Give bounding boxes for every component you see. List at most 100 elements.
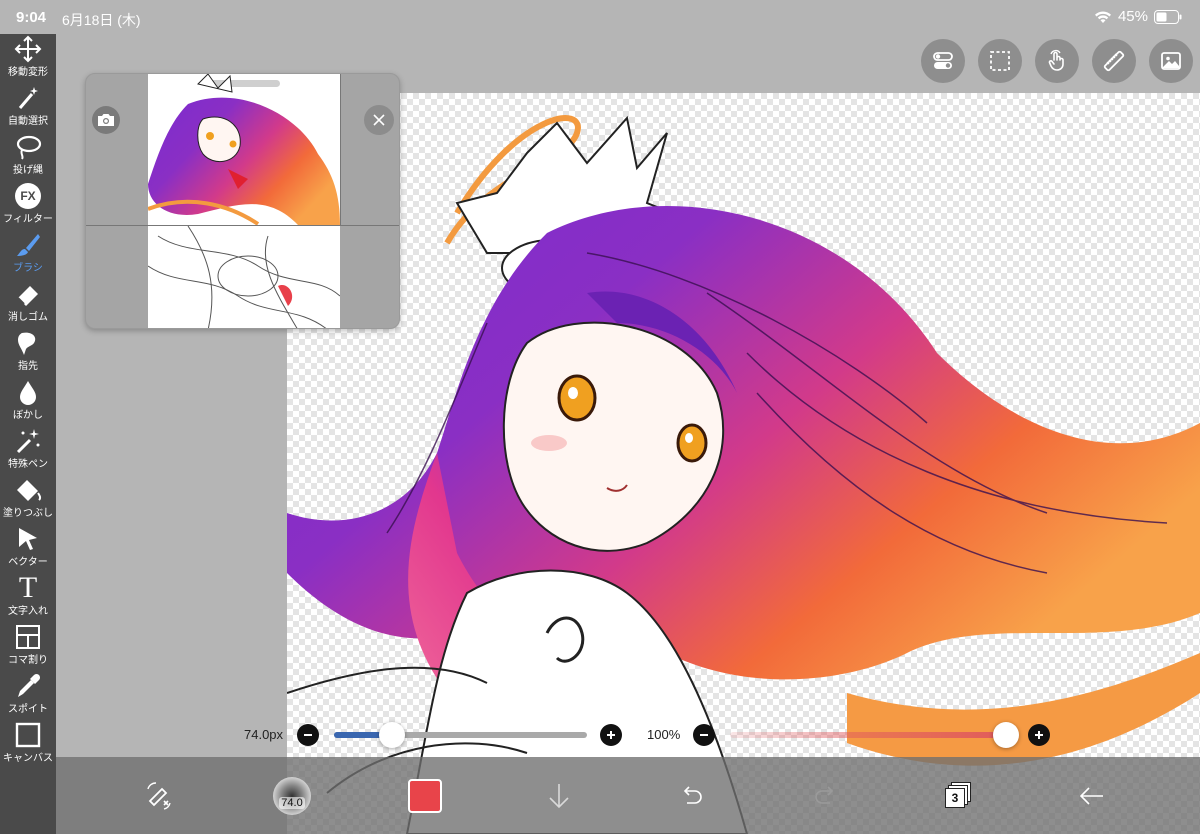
tool-finger[interactable]: 指先 <box>0 328 56 377</box>
eraser-icon <box>13 279 43 309</box>
brush-size-label: 74.0px <box>244 727 284 742</box>
current-color-swatch <box>408 779 442 813</box>
image-icon <box>1161 52 1181 70</box>
layers-icon: 3 <box>945 782 973 810</box>
minus-icon <box>700 734 708 736</box>
brush-preview-icon: 74.0 <box>273 777 311 815</box>
ruler-icon <box>1103 50 1125 72</box>
opacity-increase-button[interactable] <box>1028 724 1050 746</box>
layer-count: 3 <box>951 791 959 805</box>
frame-divide-icon <box>13 622 43 652</box>
back-button[interactable] <box>1067 771 1117 821</box>
move-down-button[interactable] <box>534 771 584 821</box>
camera-button[interactable] <box>92 106 120 134</box>
arrow-down-icon <box>549 784 569 809</box>
tool-auto-select[interactable]: 自動選択 <box>0 83 56 132</box>
close-icon <box>373 114 385 126</box>
layers-button[interactable]: 3 <box>934 771 984 821</box>
navigator-panel[interactable] <box>85 73 400 329</box>
reference-image-button[interactable] <box>1149 39 1193 83</box>
bottom-bar: 74.0 3 <box>56 757 1200 834</box>
undo-button[interactable] <box>667 771 717 821</box>
thumbnail-lineart <box>148 226 340 328</box>
brush-size-decrease-button[interactable] <box>297 724 319 746</box>
navigator-close-button[interactable] <box>364 105 394 135</box>
tool-label: 特殊ペン <box>8 459 48 470</box>
bucket-icon <box>13 475 43 505</box>
tool-label: ぼかし <box>13 410 43 421</box>
battery-icon <box>1154 9 1182 24</box>
tool-eyedropper[interactable]: スポイト <box>0 671 56 720</box>
fx-icon: FX <box>13 181 43 211</box>
cursor-arrow-icon <box>13 524 43 554</box>
plus-icon <box>1035 731 1043 739</box>
camera-icon <box>98 114 114 126</box>
opacity-decrease-button[interactable] <box>693 724 715 746</box>
color-button[interactable] <box>400 771 450 821</box>
brush-eraser-toggle-button[interactable] <box>134 771 184 821</box>
left-toolbar: 移動変形 自動選択投げ縄 FX フィルターブラシ消しゴム指先ぼかし特殊ペン塗りつぶしベ… <box>0 34 56 834</box>
tool-filter[interactable]: FX フィルター <box>0 181 56 230</box>
brush-size-knob[interactable] <box>379 722 406 748</box>
tool-move[interactable]: 移動変形 <box>0 34 56 83</box>
move-arrows-icon <box>13 34 43 64</box>
canvas-icon <box>13 720 43 750</box>
wifi-icon <box>1094 10 1111 23</box>
opacity-track[interactable] <box>730 732 1015 738</box>
status-right: 45% <box>1094 8 1182 25</box>
tool-blur[interactable]: ぼかし <box>0 377 56 426</box>
tool-label: スポイト <box>8 704 48 715</box>
fx-glyph: FX <box>15 183 41 209</box>
tool-label: ブラシ <box>13 263 43 274</box>
navigator-thumbnail-color[interactable] <box>148 74 340 225</box>
opacity-knob[interactable] <box>993 722 1019 748</box>
tool-label: 文字入れ <box>8 606 48 617</box>
undo-icon <box>683 786 702 804</box>
navigator-thumbnail-line[interactable] <box>148 226 340 328</box>
lasso-icon <box>13 132 43 162</box>
eyedropper-icon <box>13 671 43 701</box>
navigator-divider-vertical <box>340 74 341 225</box>
tool-fill[interactable]: 塗りつぶし <box>0 475 56 524</box>
status-date: 6月18日 (木) <box>62 12 141 28</box>
minus-icon <box>304 734 312 736</box>
battery-percent: 45% <box>1117 8 1148 25</box>
text-icon: T <box>13 573 43 603</box>
tool-frame[interactable]: コマ割り <box>0 622 56 671</box>
tool-special-pen[interactable]: 特殊ペン <box>0 426 56 475</box>
tool-text[interactable]: T 文字入れ <box>0 573 56 622</box>
tool-lasso[interactable]: 投げ縄 <box>0 132 56 181</box>
tool-canvas[interactable]: キャンバス <box>0 720 56 769</box>
tool-eraser[interactable]: 消しゴム <box>0 279 56 328</box>
touch-button[interactable] <box>1035 39 1079 83</box>
selection-button[interactable] <box>978 39 1022 83</box>
tool-label: 塗りつぶし <box>2 508 54 519</box>
tool-label: コマ割り <box>8 655 48 666</box>
arrow-left-icon <box>1079 787 1103 805</box>
touch-hand-icon <box>1048 49 1064 71</box>
selection-marquee-icon <box>990 51 1010 71</box>
redo-button[interactable] <box>800 771 850 821</box>
smudge-icon <box>13 328 43 358</box>
tool-label: 消しゴム <box>8 312 48 323</box>
tool-label: 投げ縄 <box>13 165 43 176</box>
tool-label: ベクター <box>8 557 48 568</box>
drop-icon <box>13 377 43 407</box>
plus-icon <box>607 731 615 739</box>
sparkle-pen-icon <box>13 426 43 456</box>
tool-label: フィルター <box>3 214 53 225</box>
opacity-label: 100% <box>647 727 681 742</box>
brush-size-badge: 74.0 <box>279 797 305 809</box>
toggle-button[interactable] <box>921 39 965 83</box>
brush-swap-icon <box>147 782 171 810</box>
tool-brush[interactable]: ブラシ <box>0 230 56 279</box>
brush-size-preview-button[interactable]: 74.0 <box>267 771 317 821</box>
brush-size-increase-button[interactable] <box>600 724 622 746</box>
tool-vector[interactable]: ベクター <box>0 524 56 573</box>
magic-wand-icon <box>13 83 43 113</box>
thumbnail-artwork <box>148 74 340 225</box>
ruler-button[interactable] <box>1092 39 1136 83</box>
drawing-canvas[interactable] <box>287 93 1200 834</box>
artwork <box>287 115 1200 834</box>
brush-icon <box>13 230 43 260</box>
